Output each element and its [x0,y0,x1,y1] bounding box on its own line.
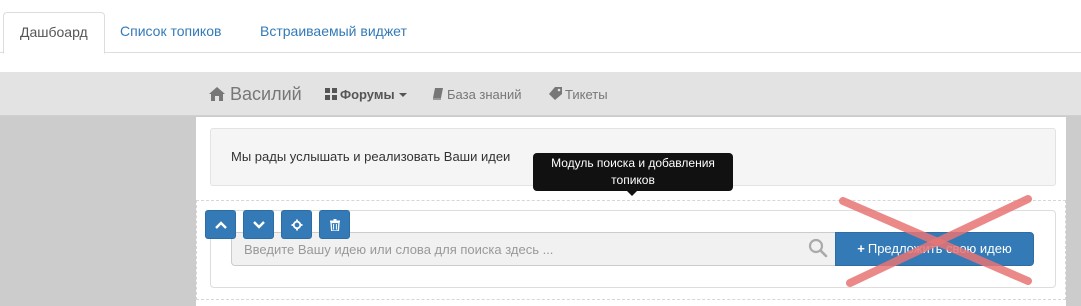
delete-button[interactable] [319,210,350,239]
suggest-idea-label: Предложить свою идею [867,241,1012,256]
gear-icon [291,219,302,230]
move-down-button[interactable] [243,210,274,239]
nav-brand-label: Василий [230,84,302,104]
plus-icon: + [857,241,865,256]
chevron-up-icon [214,220,227,229]
nav-brand[interactable]: Василий [208,72,302,116]
welcome-text: Мы рады услышать и реализовать Ваши идеи [231,149,511,164]
nav-item-forums[interactable]: Форумы [325,72,407,116]
grid-icon [325,88,337,100]
caret-down-icon [398,93,407,97]
nav-item-knowledge[interactable]: База знаний [432,72,522,116]
chevron-down-icon [252,220,265,229]
tab-topics-list[interactable]: Список топиков [104,12,237,53]
preview-edge [1066,117,1081,306]
move-up-button[interactable] [205,210,236,239]
tab-dashboard[interactable]: Дашбоард [3,12,105,54]
tab-embed-widget[interactable]: Встраиваемый виджет [244,12,423,53]
search-icon[interactable] [808,238,828,258]
preview-navbar: Василий Форумы База знаний Тикеты [0,72,1081,116]
settings-button[interactable] [281,210,312,239]
suggest-idea-button[interactable]: + Предложить свою идею [835,232,1034,266]
tag-icon [549,87,562,100]
nav-item-tickets-label: Тикеты [565,87,608,102]
top-tabs: Дашбоард Список топиков Встраиваемый вид… [0,0,1081,54]
book-icon [433,88,443,100]
nav-item-forums-label: Форумы [340,87,395,102]
trash-icon [329,218,340,231]
nav-item-knowledge-label: База знаний [447,87,522,102]
tooltip-arrow [627,191,637,196]
home-icon [209,87,225,101]
module-tooltip: Модуль поиска и добавления топиков [533,153,733,191]
nav-item-tickets[interactable]: Тикеты [549,72,608,116]
